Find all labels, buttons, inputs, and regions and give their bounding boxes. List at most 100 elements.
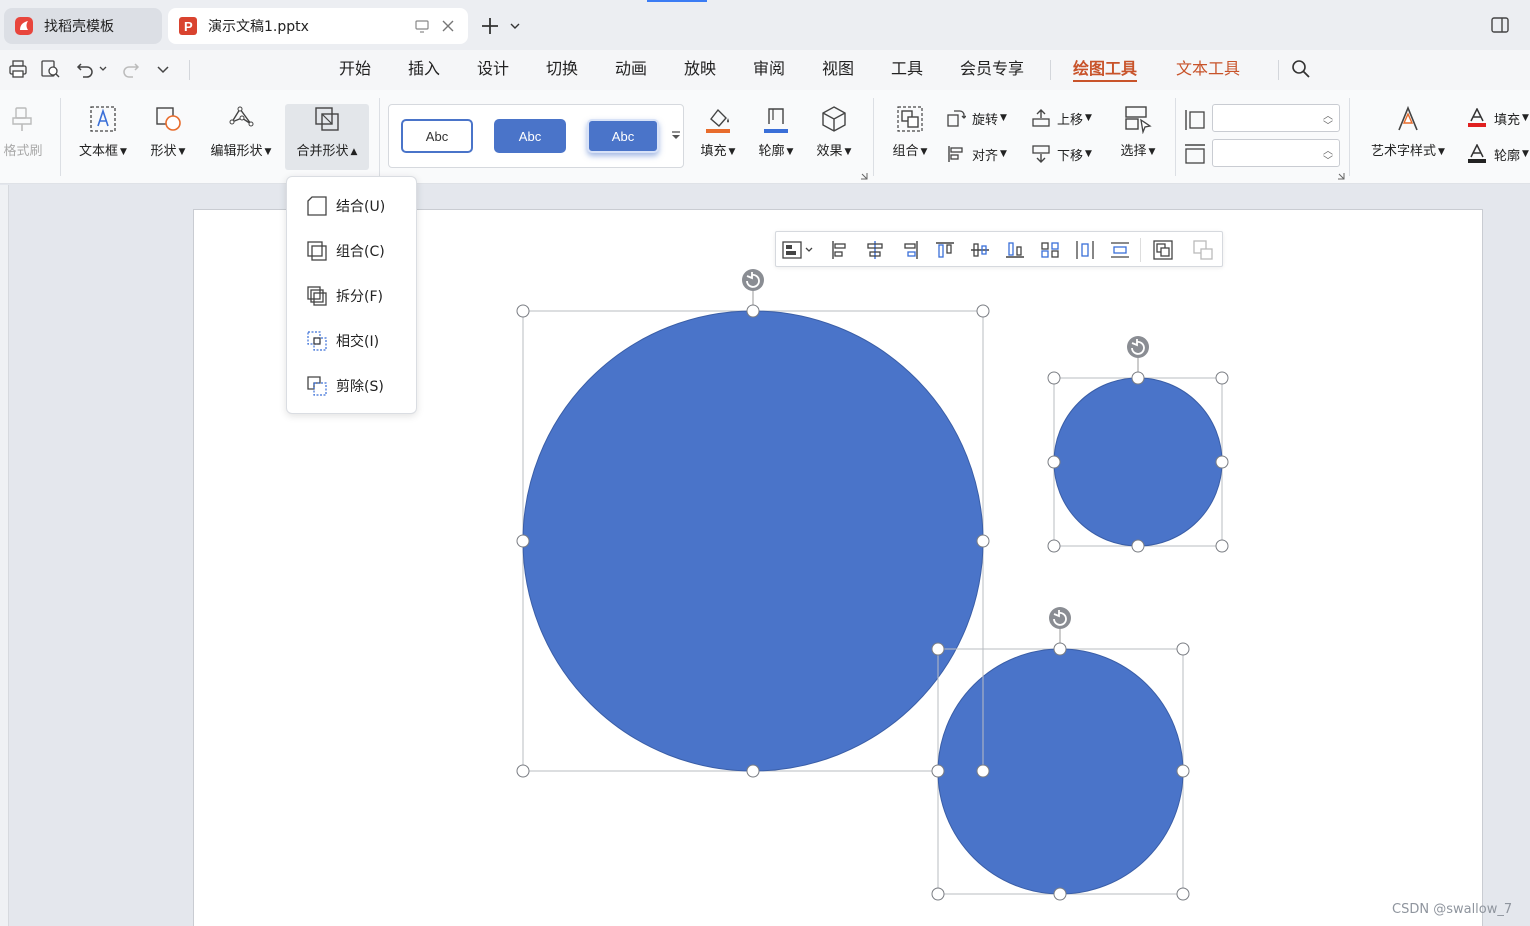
gallery-more-icon[interactable] bbox=[671, 130, 681, 142]
merge-union-item[interactable]: 结合(U) bbox=[287, 186, 416, 226]
redo-icon[interactable] bbox=[122, 59, 140, 79]
undo-chevron-icon[interactable] bbox=[98, 64, 108, 74]
sidebar-toggle-icon[interactable] bbox=[1490, 15, 1510, 35]
tab-presentation[interactable]: P 演示文稿1.pptx bbox=[168, 8, 468, 44]
print-icon[interactable] bbox=[8, 59, 28, 79]
group-button[interactable]: 组合 ▼ bbox=[886, 104, 934, 159]
quick-access-chevron-icon[interactable] bbox=[156, 62, 170, 76]
dialog-launcher-icon[interactable] bbox=[860, 172, 868, 180]
divider bbox=[60, 98, 61, 176]
send-backward-button[interactable]: 下移 ▼ bbox=[1031, 144, 1092, 164]
distribute-columns-icon[interactable] bbox=[1075, 240, 1095, 260]
send-backward-label: 下移 bbox=[1057, 148, 1084, 164]
screen-display-icon[interactable] bbox=[414, 18, 430, 34]
spin-down-icon[interactable]: ﹀ bbox=[1323, 117, 1333, 132]
align-left-icon[interactable] bbox=[830, 240, 850, 260]
group-objects-icon[interactable] bbox=[1152, 239, 1174, 261]
search-icon[interactable] bbox=[1291, 59, 1311, 79]
textbox-button[interactable]: 文本框 ▼ bbox=[72, 104, 134, 159]
ungroup-objects-icon bbox=[1192, 239, 1214, 261]
shape-outline-button[interactable]: 轮廓 ▼ bbox=[752, 104, 800, 159]
select-button[interactable]: 选择 ▼ bbox=[1114, 104, 1162, 159]
select-label: 选择 bbox=[1120, 144, 1147, 159]
merge-fragment-item[interactable]: 拆分(F) bbox=[287, 276, 416, 316]
rotate-handle-icon[interactable] bbox=[742, 269, 764, 291]
menu-tools[interactable]: 工具 bbox=[891, 58, 923, 82]
bring-forward-button[interactable]: 上移 ▼ bbox=[1031, 108, 1092, 128]
style-preset-shadow[interactable]: Abc bbox=[587, 119, 659, 153]
style-preset-outline[interactable]: Abc bbox=[401, 119, 473, 153]
textbox-label: 文本框 bbox=[79, 144, 119, 159]
new-tab-icon[interactable] bbox=[480, 16, 500, 36]
menu-text-tools[interactable]: 文本工具 bbox=[1176, 58, 1240, 82]
rotate-label: 旋转 bbox=[972, 112, 999, 128]
shape-label: 形状 bbox=[150, 144, 177, 159]
align-button[interactable]: 对齐 ▼ bbox=[946, 144, 1007, 164]
ppt-file-icon: P bbox=[178, 16, 198, 36]
distribute-rows-icon[interactable] bbox=[1110, 240, 1130, 260]
shape-height-input[interactable]: ︿ ﹀ bbox=[1212, 104, 1340, 132]
text-fill-button[interactable]: 填充 ▼ bbox=[1466, 108, 1529, 128]
spin-down-icon[interactable]: ﹀ bbox=[1323, 152, 1333, 167]
merge-subtract-item[interactable]: 剪除(S) bbox=[287, 366, 416, 406]
tab-template-store[interactable]: 找稻壳模板 bbox=[4, 8, 162, 44]
ribbon-toolbar: 格式刷 文本框▼ 形状▼ 编辑形状▼ 合并形状▲ Abc Abc Abc bbox=[0, 90, 1530, 184]
shapes-icon bbox=[153, 104, 183, 134]
close-tab-icon[interactable] bbox=[440, 18, 456, 34]
align-center-icon[interactable] bbox=[865, 240, 885, 260]
rotate-handle-icon[interactable] bbox=[1127, 336, 1149, 358]
edit-shape-button[interactable]: 编辑形状 ▼ bbox=[202, 104, 280, 159]
menu-bar: 开始 插入 设计 切换 动画 放映 审阅 视图 工具 会员专享 绘图工具 文本工… bbox=[0, 50, 1530, 90]
shape-button[interactable]: 形状 ▼ bbox=[142, 104, 194, 159]
menu-review[interactable]: 审阅 bbox=[753, 58, 785, 82]
menu-item-label: 相交(I) bbox=[336, 334, 380, 350]
menu-animations[interactable]: 动画 bbox=[615, 58, 647, 82]
shape-fill-button[interactable]: 填充 ▼ bbox=[694, 104, 742, 159]
distribute-horizontal-icon[interactable] bbox=[1040, 240, 1060, 260]
tab-list-chevron-icon[interactable] bbox=[509, 20, 521, 32]
align-bottom-icon[interactable] bbox=[1005, 240, 1025, 260]
menu-view[interactable]: 视图 bbox=[822, 58, 854, 82]
menu-home[interactable]: 开始 bbox=[339, 58, 371, 82]
align-middle-icon[interactable] bbox=[970, 240, 990, 260]
menu-member[interactable]: 会员专享 bbox=[960, 58, 1024, 82]
rotate-button[interactable]: 旋转 ▼ bbox=[946, 108, 1007, 128]
group-icon bbox=[895, 104, 925, 134]
shape-height-icon bbox=[1183, 108, 1207, 132]
divider bbox=[1349, 98, 1350, 176]
text-fill-label: 填充 bbox=[1494, 112, 1521, 128]
align-right-icon[interactable] bbox=[900, 240, 920, 260]
style-preset-filled[interactable]: Abc bbox=[494, 119, 566, 153]
merge-shape-button[interactable]: 合并形状 ▲ bbox=[285, 104, 369, 170]
distribute-options-icon[interactable] bbox=[782, 240, 816, 260]
menu-drawing-tools[interactable]: 绘图工具 bbox=[1073, 58, 1138, 82]
menu-insert[interactable]: 插入 bbox=[408, 58, 440, 82]
shape-width-input[interactable]: ︿ ﹀ bbox=[1212, 139, 1340, 167]
cube-icon bbox=[819, 104, 849, 134]
shape-style-gallery: Abc Abc Abc bbox=[388, 104, 684, 168]
format-painter-button[interactable]: 格式刷 bbox=[0, 104, 46, 159]
menu-slideshow[interactable]: 放映 bbox=[684, 58, 716, 82]
merge-intersect-item[interactable]: 相交(I) bbox=[287, 321, 416, 361]
divider bbox=[873, 98, 874, 176]
dialog-launcher-icon[interactable] bbox=[1337, 172, 1345, 180]
menu-transitions[interactable]: 切换 bbox=[546, 58, 578, 82]
paint-bucket-icon bbox=[703, 104, 733, 134]
print-preview-icon[interactable] bbox=[40, 59, 62, 79]
undo-icon[interactable] bbox=[76, 59, 94, 79]
floating-align-toolbar bbox=[775, 231, 1223, 267]
merge-shapes-icon bbox=[312, 104, 342, 134]
art-text-style-button[interactable]: 艺术字样式 ▼ bbox=[1362, 104, 1454, 159]
shape-effects-button[interactable]: 效果 ▼ bbox=[810, 104, 858, 159]
align-top-icon[interactable] bbox=[935, 240, 955, 260]
fill-label: 填充 bbox=[700, 144, 727, 159]
divider bbox=[1050, 60, 1051, 80]
menu-design[interactable]: 设计 bbox=[477, 58, 509, 82]
art-text-style-label: 艺术字样式 bbox=[1371, 144, 1437, 159]
rotate-handle-icon[interactable] bbox=[1049, 607, 1071, 629]
union-icon bbox=[307, 196, 327, 216]
merge-combine-item[interactable]: 组合(C) bbox=[287, 231, 416, 271]
docer-logo-icon bbox=[14, 16, 34, 36]
slide-thumbnail-pane[interactable] bbox=[0, 185, 9, 926]
text-outline-button[interactable]: 轮廓 ▼ bbox=[1466, 144, 1529, 164]
